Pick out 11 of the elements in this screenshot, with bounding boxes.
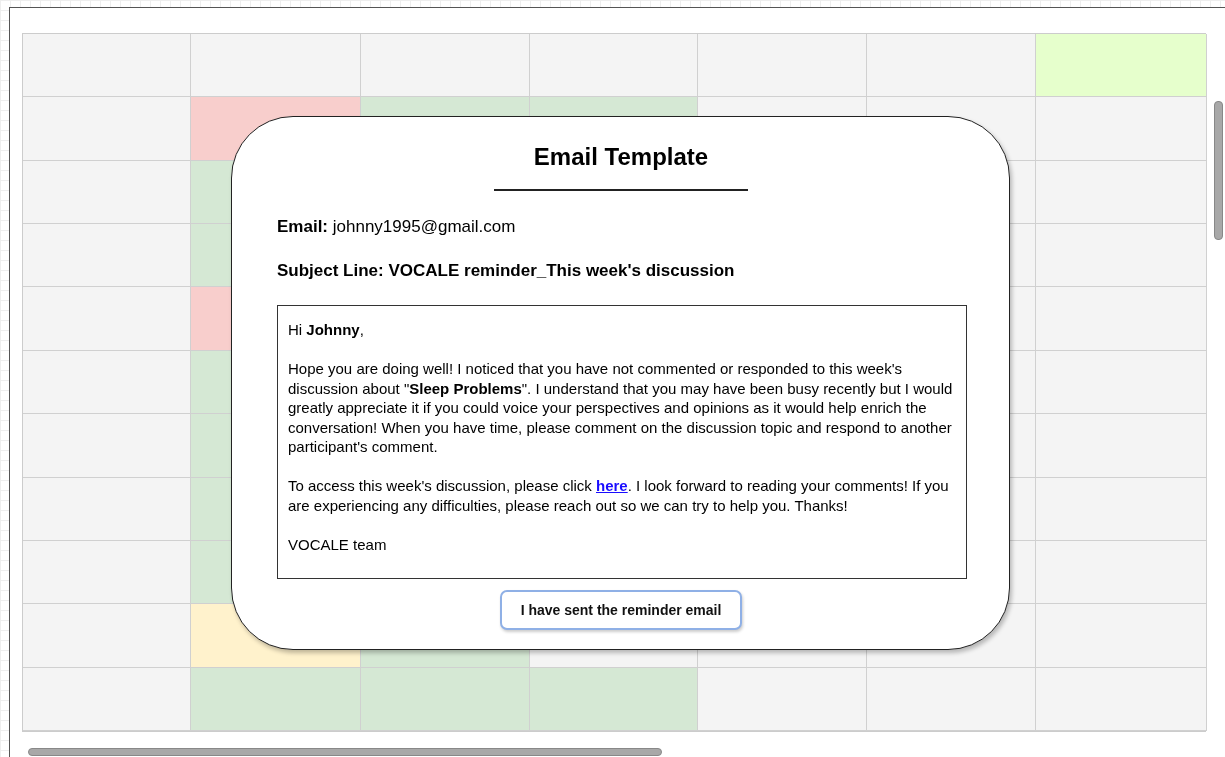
email-line: Email: johnny1995@gmail.com: [277, 217, 516, 237]
here-link[interactable]: here: [596, 477, 628, 494]
signature-text: VOCALE team: [288, 534, 388, 554]
vertical-scrollbar[interactable]: [1214, 101, 1223, 240]
greeting-text: Hi Johnny,: [288, 320, 365, 340]
dialog-title: Email Template: [533, 143, 709, 171]
sent-confirm-button[interactable]: I have sent the reminder email: [500, 590, 742, 630]
message-paragraph: Hope you are doing well! I noticed that you have not commented or responded to this week's discussion about "Sleep Problems". I understand that you may have been busy recently but I would greatly appreciate it if you could voice your perspectives and opinions as it would help enrich the conversation! When you have time, please comment on the discussion topic and respond to another participant's comment.: [288, 359, 954, 457]
access-paragraph: To access this week's discussion, please click here. I look forward to reading your comments! If you are experiencing any difficulties, please reach out so we can try to help you. Thanks!: [288, 476, 950, 515]
horizontal-scrollbar[interactable]: [28, 748, 662, 756]
subject-line: Subject Line: VOCALE reminder_This week's discussion: [277, 261, 735, 281]
